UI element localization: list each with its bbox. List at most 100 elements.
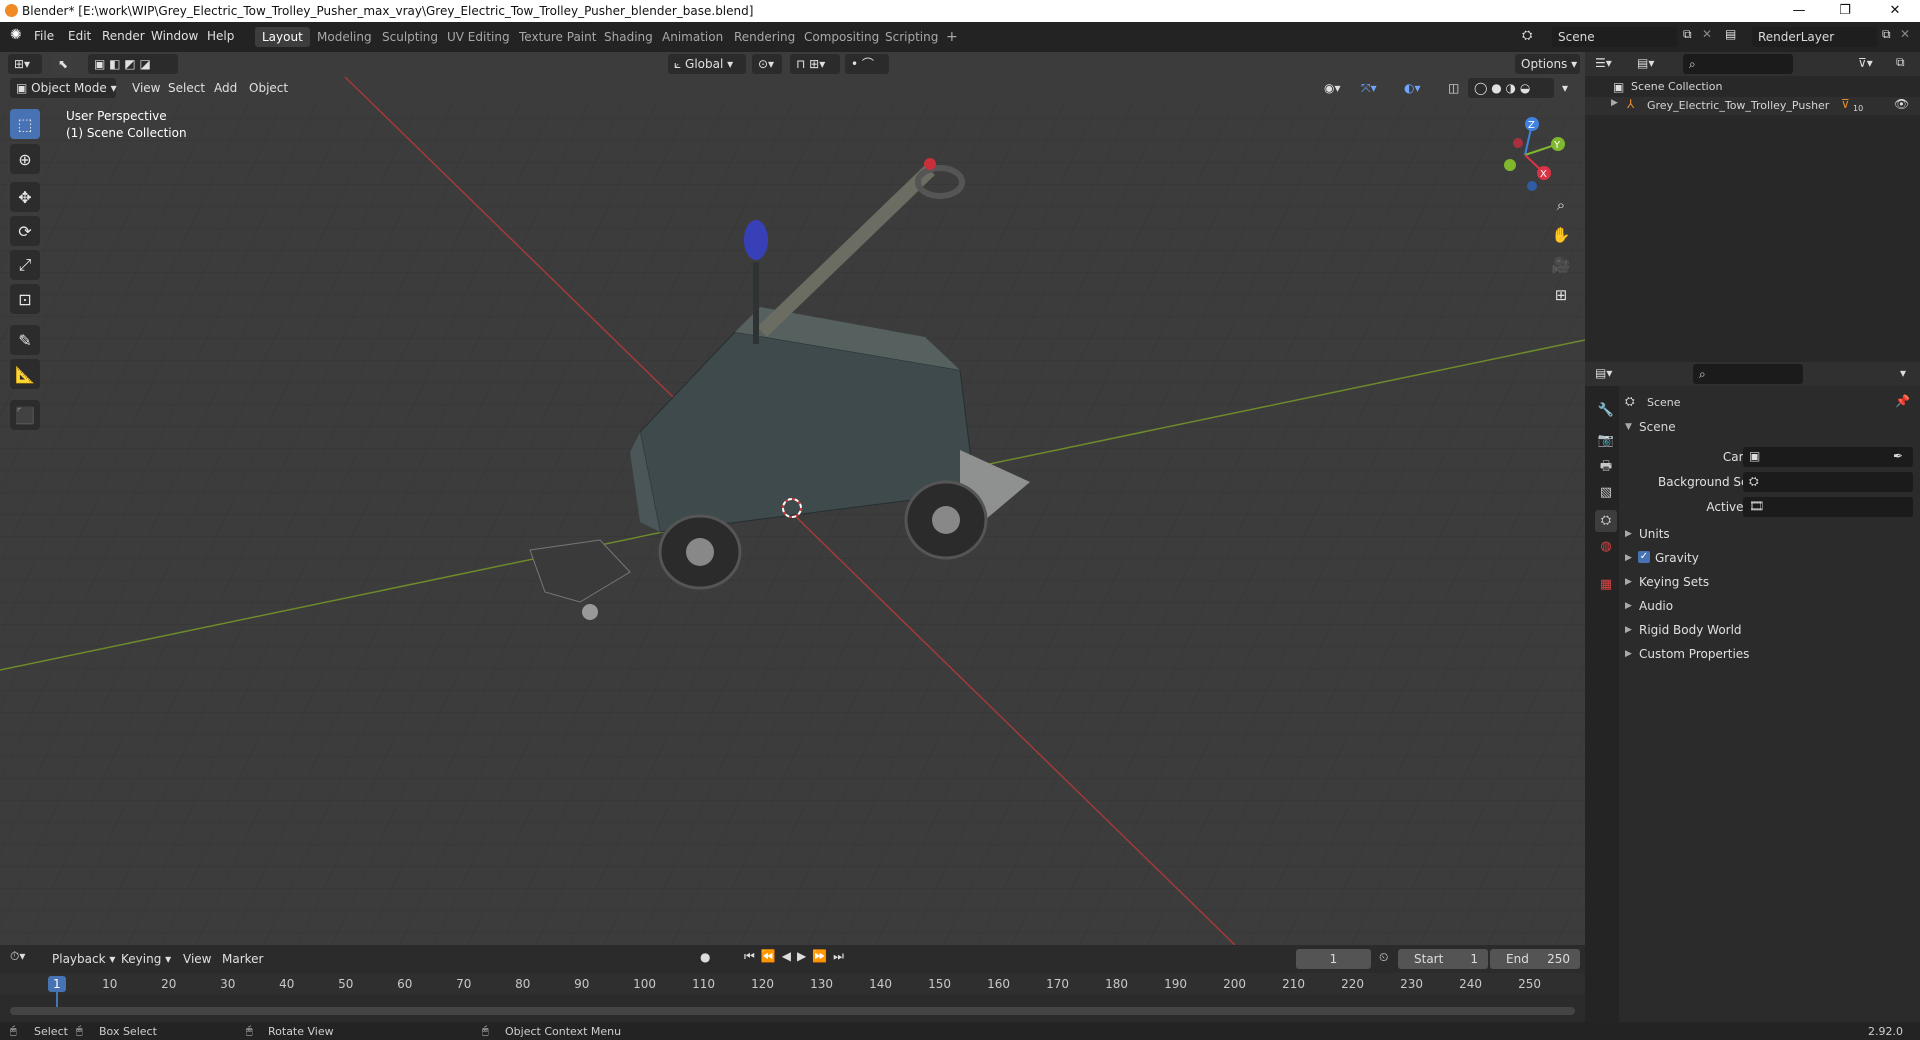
scene-panel-title[interactable]: Scene <box>1639 420 1676 434</box>
viewport-menu-object[interactable]: Object <box>243 78 294 98</box>
view-layer-tab-icon[interactable]: ▧ <box>1595 482 1617 504</box>
world-tab-icon[interactable]: ◍ <box>1595 536 1617 558</box>
viewport-menu-view[interactable]: View <box>126 78 166 98</box>
scene-name-field[interactable]: Scene <box>1552 27 1677 47</box>
shading-options-icon[interactable]: ▾ <box>1556 78 1576 98</box>
ortho-grid-icon[interactable]: ⊞ <box>1548 282 1574 308</box>
texture-tab-icon[interactable]: ▦ <box>1595 574 1617 596</box>
rigid-body-world-section[interactable]: Rigid Body World <box>1639 623 1742 637</box>
object-name-label[interactable]: Grey_Electric_Tow_Trolley_Pusher <box>1647 99 1829 112</box>
view-layer-icon[interactable]: ▤ <box>1725 27 1736 41</box>
move-tool-icon[interactable]: ✥ <box>10 182 40 212</box>
timeline-menu-view[interactable]: View <box>177 949 217 969</box>
transform-tool-icon[interactable]: ⊡ <box>10 284 40 314</box>
menu-render[interactable]: Render <box>102 29 145 43</box>
pivot-point-icon[interactable]: ⊙▾ <box>752 54 782 74</box>
timeline-menu-keying[interactable]: Keying ▾ <box>115 949 177 969</box>
maximize-button[interactable]: ❐ <box>1822 0 1868 22</box>
menu-file[interactable]: File <box>34 29 54 43</box>
gizmo-toggle-icon[interactable]: ⤧▾ <box>1355 78 1391 98</box>
units-section[interactable]: Units <box>1639 527 1670 541</box>
current-frame-field[interactable]: 1 <box>1296 949 1371 969</box>
output-tab-icon[interactable]: 🖶 <box>1595 456 1617 478</box>
gravity-checkbox[interactable]: ✓ <box>1638 551 1650 563</box>
keying-sets-expand-icon[interactable]: ▶ <box>1625 577 1632 587</box>
panel-collapse-icon[interactable]: ▼ <box>1625 422 1632 432</box>
tab-sculpting[interactable]: Sculpting <box>375 27 445 47</box>
minimize-button[interactable]: — <box>1776 0 1822 22</box>
shading-mode-buttons[interactable]: ◯ ● ◑ ◒ <box>1468 78 1554 98</box>
custom-properties-section[interactable]: Custom Properties <box>1639 647 1749 661</box>
close-button[interactable]: ✕ <box>1872 0 1918 22</box>
display-mode-icon[interactable]: ▤▾ <box>1637 56 1654 70</box>
new-collection-icon[interactable]: ⧉ <box>1896 55 1905 70</box>
blender-menu-icon[interactable]: ✺ <box>10 27 22 43</box>
record-keyframe-icon[interactable]: ● <box>700 950 710 964</box>
new-view-layer-icon[interactable]: ⧉ <box>1882 27 1891 42</box>
timeline-scrollbar[interactable] <box>10 1007 1575 1015</box>
annotate-tool-icon[interactable]: ✎ <box>10 325 40 355</box>
playback-controls[interactable]: ⏮⏪◀▶⏩⏭ <box>744 949 850 964</box>
view-layer-field[interactable]: RenderLayer <box>1752 27 1877 47</box>
units-expand-icon[interactable]: ▶ <box>1625 529 1632 539</box>
options-dropdown[interactable]: Options ▾ <box>1515 54 1580 74</box>
zoom-icon[interactable]: ⌕ <box>1548 192 1574 218</box>
filter-icon[interactable]: ⊽▾ <box>1858 56 1873 70</box>
visibility-eye-icon[interactable]: 👁 <box>1894 97 1909 111</box>
background-scene-field[interactable]: ⛭ <box>1743 472 1913 492</box>
overlay-toggle-icon[interactable]: ◐▾ <box>1398 78 1434 98</box>
add-cube-tool-icon[interactable]: ⬛ <box>10 400 40 430</box>
selection-mode-buttons[interactable]: ▣ ◧ ◩ ◪ <box>88 54 178 74</box>
rigid-body-expand-icon[interactable]: ▶ <box>1625 625 1632 635</box>
active-clip-field[interactable]: 🎞 <box>1743 497 1913 517</box>
audio-section[interactable]: Audio <box>1639 599 1673 613</box>
scale-tool-icon[interactable]: ⤢ <box>10 250 40 280</box>
camera-view-icon[interactable]: 🎥 <box>1548 252 1574 278</box>
editor-type-icon[interactable]: ⊞▾ <box>8 54 42 74</box>
viewport-menu-select[interactable]: Select <box>162 78 211 98</box>
snap-icon[interactable]: ⊓ ⊞▾ <box>790 54 840 74</box>
scene-selector-icon[interactable]: ⛭ <box>1522 28 1532 43</box>
tab-scripting[interactable]: Scripting <box>878 27 945 47</box>
start-frame-field[interactable]: Start 1 <box>1398 949 1488 969</box>
gravity-section[interactable]: Gravity <box>1655 551 1699 565</box>
outliner-search-input[interactable]: ⌕ <box>1683 54 1793 74</box>
tab-uv-editing[interactable]: UV Editing <box>440 27 517 47</box>
xray-toggle-icon[interactable]: ◫ <box>1442 78 1464 98</box>
scene-tab-icon[interactable]: ⛭ <box>1595 510 1617 532</box>
audio-expand-icon[interactable]: ▶ <box>1625 601 1632 611</box>
pan-hand-icon[interactable]: ✋ <box>1548 222 1574 248</box>
tab-texture-paint[interactable]: Texture Paint <box>512 27 603 47</box>
measure-tool-icon[interactable]: 📐 <box>10 359 40 389</box>
object-mode-dropdown[interactable]: ▣ Object Mode ▾ <box>10 78 117 98</box>
eyedropper-icon[interactable]: ✒ <box>1893 449 1903 463</box>
properties-options-icon[interactable]: ▾ <box>1900 366 1906 380</box>
menu-edit[interactable]: Edit <box>68 29 91 43</box>
pin-icon[interactable]: 📌 <box>1895 394 1910 408</box>
rotate-tool-icon[interactable]: ⟳ <box>10 216 40 246</box>
tab-shading[interactable]: Shading <box>597 27 660 47</box>
scene-collection-label[interactable]: Scene Collection <box>1631 80 1722 93</box>
gravity-expand-icon[interactable]: ▶ <box>1625 553 1632 563</box>
3d-viewport[interactable]: ⊞▾ ⬉ ▣ ◧ ◩ ◪ ⟀ Global ▾ ⊙▾ ⊓ ⊞▾ • ⌒ Opti… <box>0 52 1585 945</box>
menu-window[interactable]: Window <box>151 29 198 43</box>
tab-modeling[interactable]: Modeling <box>310 27 379 47</box>
expand-arrow-icon[interactable]: ▶ <box>1611 98 1618 108</box>
delete-view-layer-icon[interactable]: ✕ <box>1900 27 1910 41</box>
new-scene-icon[interactable]: ⧉ <box>1683 27 1692 42</box>
outliner-editor-icon[interactable]: ☰▾ <box>1595 56 1612 70</box>
timeline-menu-playback[interactable]: Playback ▾ <box>46 949 121 969</box>
properties-search-input[interactable]: ⌕ <box>1693 364 1803 384</box>
properties-editor-icon[interactable]: ▤▾ <box>1595 366 1612 380</box>
select-box-tool-icon[interactable]: ⬚ <box>10 109 40 139</box>
custom-props-expand-icon[interactable]: ▶ <box>1625 649 1632 659</box>
viewport-menu-add[interactable]: Add <box>208 78 243 98</box>
timeline-menu-marker[interactable]: Marker <box>216 949 269 969</box>
tool-tab-icon[interactable]: 🔧 <box>1595 400 1617 422</box>
tab-animation[interactable]: Animation <box>655 27 730 47</box>
proportional-edit-icon[interactable]: • ⌒ <box>845 54 889 74</box>
tab-rendering[interactable]: Rendering <box>727 27 802 47</box>
timeline-editor-icon[interactable]: ⏱▾ <box>10 949 25 964</box>
select-mode-icon[interactable]: ⬉ <box>52 54 74 74</box>
navigation-gizmo[interactable]: Z Y X <box>1480 110 1570 200</box>
